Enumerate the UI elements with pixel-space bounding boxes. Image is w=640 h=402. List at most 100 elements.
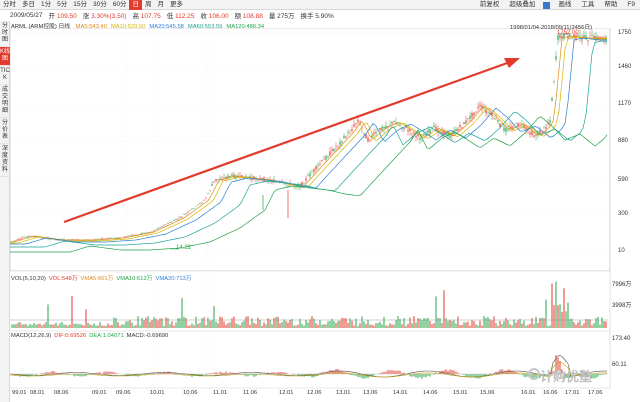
volume-bar — [379, 321, 381, 328]
period-tab[interactable]: 日 — [129, 0, 142, 10]
high-price-annotation: 1752.00 — [557, 30, 579, 36]
volume-bar — [473, 321, 475, 328]
volume-bar — [407, 323, 409, 328]
volume-bar — [41, 325, 43, 328]
volume-bar — [521, 323, 523, 328]
volume-bar — [583, 323, 585, 328]
volume-bar — [555, 281, 557, 328]
toolbar-menu-item[interactable]: F9 — [622, 0, 640, 10]
period-tab[interactable]: 30分 — [90, 0, 110, 10]
toolbar-menu-item[interactable]: 工具 — [576, 0, 599, 10]
period-tab[interactable]: 5分 — [54, 0, 70, 10]
candle-body — [393, 121, 395, 122]
volume-bar — [405, 325, 407, 328]
candle-body — [239, 174, 241, 176]
volume-bar — [27, 325, 29, 328]
sidebar-item[interactable]: K线图 — [0, 47, 10, 66]
volume-axis-tick: 7996万 — [612, 282, 632, 288]
candle-body — [123, 236, 125, 238]
volume-bar — [189, 325, 191, 328]
sidebar-item[interactable]: 分时图 — [0, 21, 10, 47]
volume-bar — [587, 319, 589, 328]
date-axis-tick: 13.01 — [336, 390, 351, 396]
volume-bar — [287, 322, 289, 328]
volume-bar — [541, 317, 543, 328]
candle-body — [171, 221, 173, 223]
sidebar-item[interactable]: TICK — [0, 66, 10, 85]
date-axis-tick: 10.06 — [183, 390, 198, 396]
volume-bar — [237, 324, 239, 328]
volume-bar — [319, 320, 321, 328]
candle-body — [161, 226, 163, 227]
price-axis-tick: 880 — [618, 138, 629, 144]
volume-bar — [327, 321, 329, 328]
volume-bar — [365, 323, 367, 328]
volume-bar — [459, 325, 461, 328]
sidebar-item[interactable]: 深度资料 — [0, 144, 10, 177]
volume-bar — [381, 324, 383, 328]
period-tab[interactable]: 多日 — [19, 0, 38, 10]
period-tab[interactable]: 周 — [142, 0, 155, 10]
candle-body — [173, 220, 175, 221]
candle-body — [133, 234, 135, 236]
period-tab[interactable]: 月 — [154, 0, 167, 10]
volume-bar — [531, 318, 533, 328]
period-tab[interactable]: 更多 — [167, 0, 186, 10]
volume-bar — [239, 325, 241, 328]
sidebar-item[interactable]: 分价表 — [0, 118, 10, 144]
candle-body — [155, 229, 157, 230]
volume-bar — [335, 323, 337, 328]
volume-bar — [605, 321, 607, 328]
quote-amount: 额 108.88 — [234, 13, 263, 20]
volume-bar — [401, 324, 403, 328]
volume-bar — [357, 325, 359, 328]
indicator-legend-item: MACD:-0.69690 — [126, 333, 169, 339]
volume-bar — [281, 322, 283, 328]
volume-bar — [547, 325, 549, 328]
volume-bar — [333, 320, 335, 328]
volume-bar — [133, 325, 135, 328]
candle-body — [165, 224, 167, 226]
volume-bar — [195, 316, 197, 328]
date-axis-tick: 11.06 — [243, 390, 258, 396]
volume-bar — [301, 323, 303, 328]
volume-bar — [59, 323, 61, 328]
toolbar-menu-item[interactable]: 超级叠加 — [504, 0, 540, 10]
volume-bar — [71, 295, 73, 328]
toolbar-menu-item[interactable]: 帮助 — [599, 0, 622, 10]
volume-bar — [469, 325, 471, 328]
quote-close: 收 106.00 — [200, 13, 229, 20]
volume-bar — [51, 324, 53, 328]
volume-bar — [371, 324, 373, 328]
volume-bar — [533, 323, 535, 328]
candle-body — [465, 120, 467, 124]
period-tab[interactable]: 60分 — [110, 0, 130, 10]
volume-bar — [25, 323, 27, 328]
volume-bar — [447, 320, 449, 328]
candle-body — [271, 181, 273, 183]
price-axis-tick: 300 — [618, 211, 629, 217]
volume-bar — [153, 317, 155, 328]
candle-body — [381, 126, 383, 131]
period-tab[interactable]: 1分 — [38, 0, 54, 10]
toolbar-menu-item[interactable]: 前复权 — [475, 0, 505, 10]
volume-bar — [225, 324, 227, 328]
toolbar-menu-item[interactable]: 画线 — [553, 0, 576, 10]
volume-bar — [515, 322, 517, 328]
volume-bar — [387, 325, 389, 328]
candle-body — [525, 127, 527, 130]
candle-body — [303, 183, 305, 185]
volume-bar — [467, 321, 469, 328]
volume-bar — [65, 324, 67, 328]
volume-bar — [217, 323, 219, 328]
date-axis-tick: 14.06 — [423, 390, 438, 396]
sidebar-item[interactable]: 成交明细 — [0, 85, 10, 118]
volume-bar — [179, 318, 181, 328]
candle-body — [27, 236, 29, 238]
period-tab[interactable]: 15分 — [70, 0, 90, 10]
volume-bar — [307, 322, 309, 328]
period-tab[interactable]: 分时 — [0, 0, 19, 10]
candle-body — [143, 232, 145, 234]
volume-bar — [413, 316, 415, 328]
volume-bar — [97, 325, 99, 328]
